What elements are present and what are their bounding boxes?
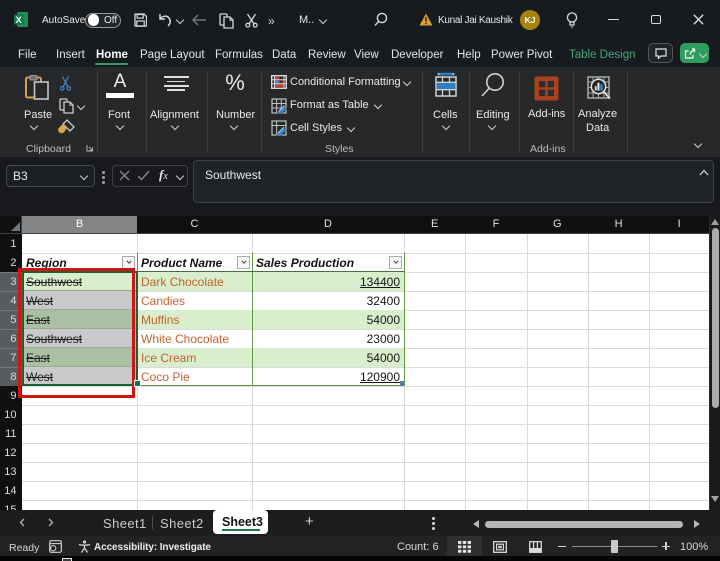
svg-text:X: X — [16, 15, 23, 26]
